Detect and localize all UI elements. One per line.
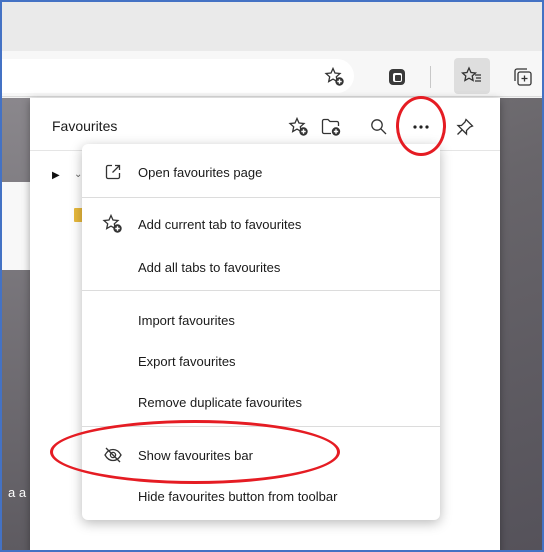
page-content-card (2, 182, 30, 270)
menu-item-export-favourites[interactable]: Export favourites (82, 341, 440, 381)
address-bar[interactable] (2, 59, 354, 93)
menu-item-add-current-tab[interactable]: Add current tab to favourites (82, 204, 440, 244)
menu-separator (82, 290, 440, 291)
page-content-edge (2, 98, 30, 550)
page-text-snippet: a a (8, 485, 27, 500)
menu-item-remove-duplicates[interactable]: Remove duplicate favourites (82, 382, 440, 422)
extension-icon[interactable] (382, 62, 412, 92)
menu-item-label: Remove duplicate favourites (138, 394, 303, 410)
menu-item-label: Open favourites page (138, 164, 263, 180)
menu-item-label: Add current tab to favourites (138, 216, 302, 232)
favourites-icon[interactable] (454, 58, 490, 94)
title-bar (2, 2, 542, 51)
panel-title: Favourites (52, 118, 118, 134)
browser-window: a a Favourites ▶ ⌄ Open favourites page … (2, 2, 542, 550)
menu-item-label: Add all tabs to favourites (138, 259, 281, 275)
menu-item-add-all-tabs[interactable]: Add all tabs to favourites (82, 247, 440, 287)
toolbar-divider (430, 66, 431, 88)
highlight-ring-show-favourites-bar (50, 420, 340, 484)
search-icon[interactable] (364, 112, 394, 142)
menu-item-import-favourites[interactable]: Import favourites (82, 300, 440, 340)
highlight-ring-more-options (396, 96, 446, 156)
pin-icon[interactable] (450, 112, 480, 142)
menu-item-hide-favourites-button[interactable]: Hide favourites button from toolbar (82, 476, 440, 516)
add-favourite-icon[interactable] (284, 112, 314, 142)
star-add-icon (102, 213, 124, 235)
open-external-icon (102, 161, 124, 183)
expand-arrow-icon[interactable]: ▶ (52, 170, 60, 181)
collections-icon[interactable] (508, 62, 538, 92)
add-favourite-icon[interactable] (320, 62, 350, 92)
menu-item-open-favourites-page[interactable]: Open favourites page (82, 152, 440, 192)
menu-item-label: Export favourites (138, 353, 236, 369)
menu-separator (82, 197, 440, 198)
menu-item-label: Hide favourites button from toolbar (138, 488, 338, 504)
menu-item-label: Import favourites (138, 312, 235, 328)
add-folder-icon[interactable] (316, 112, 346, 142)
